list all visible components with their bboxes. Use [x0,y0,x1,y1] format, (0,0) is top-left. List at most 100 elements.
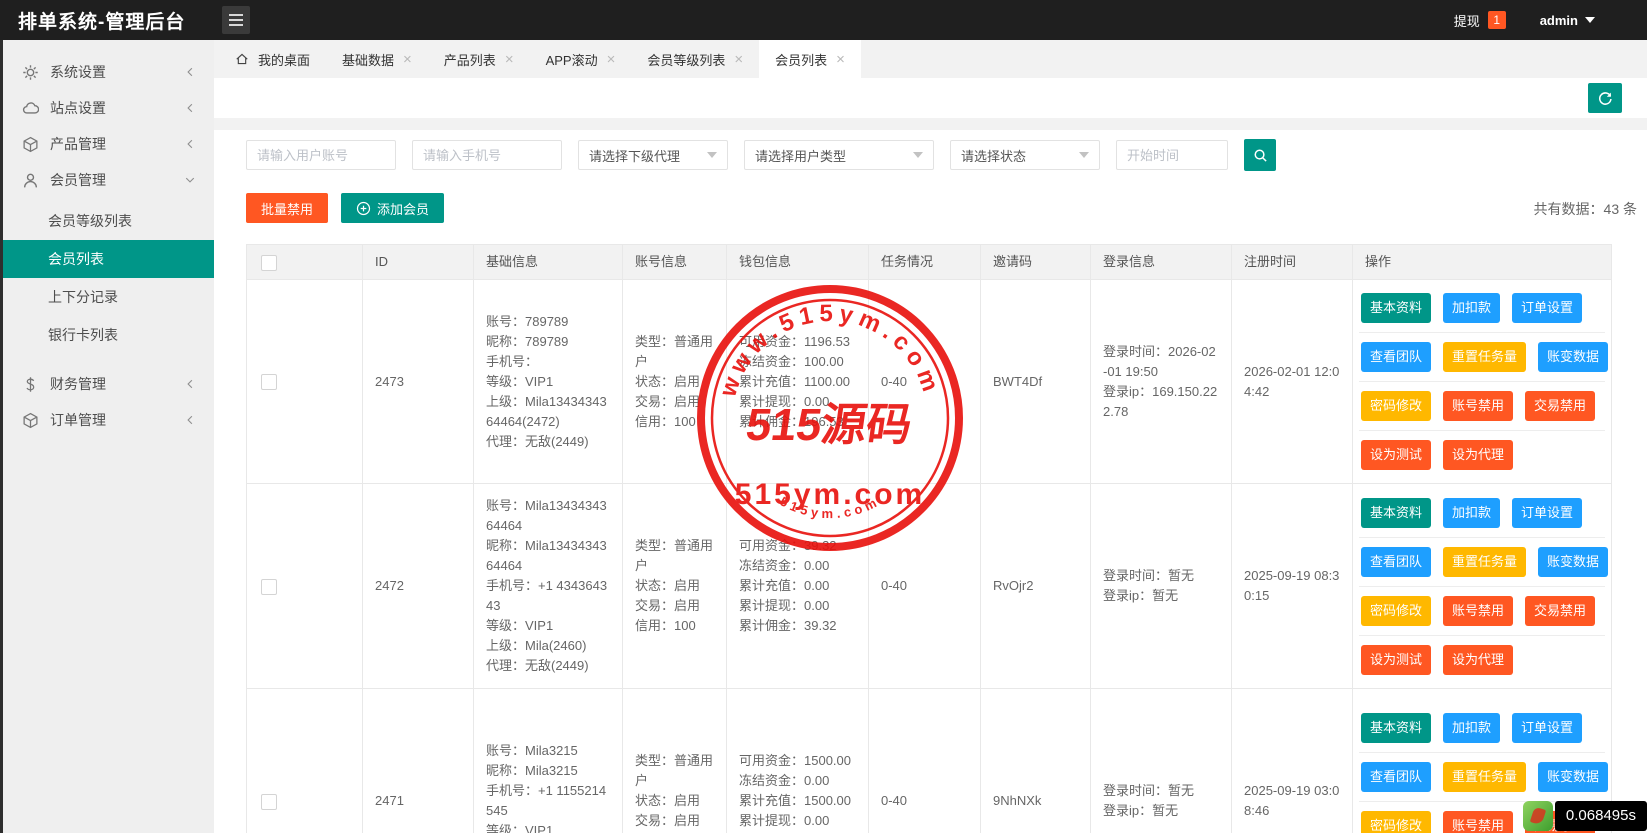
tab-会员等级列表[interactable]: 会员等级列表 × [631,40,759,78]
user-menu[interactable]: admin [1540,13,1595,28]
cell-wallet-info-line: 冻结资金：100.00 [739,352,856,372]
left-edge-strip [0,40,3,833]
sidebar-item-label: 会员管理 [50,170,106,190]
sidebar-item-0[interactable]: 系统设置 [0,54,214,90]
cell-wallet-info-line: 冻结资金：0.00 [739,556,856,576]
cell-login-info-line: 登录ip：169.150.222.78 [1103,382,1219,422]
row-checkbox[interactable] [261,579,277,595]
action-button-group: 查看团队重置任务量账变数据 [1359,753,1605,802]
select-all-checkbox[interactable] [261,255,277,271]
sidebar-item-label: 系统设置 [50,62,106,82]
action-button[interactable]: 设为代理 [1443,440,1513,470]
action-button[interactable]: 账变数据 [1538,342,1608,372]
action-button[interactable]: 设为测试 [1361,645,1431,675]
action-button[interactable]: 设为代理 [1443,645,1513,675]
close-icon[interactable]: × [403,52,412,67]
close-icon[interactable]: × [836,52,845,67]
action-button[interactable]: 账号禁用 [1443,596,1513,626]
column-header: 登录信息 [1091,245,1232,280]
action-button-group: 设为测试设为代理 [1359,636,1605,684]
sidebar-item-4[interactable]: 财务管理 [0,366,214,402]
add-member-button[interactable]: 添加会员 [341,193,444,223]
cell-account-info-line: 类型：普通用户 [635,536,714,576]
action-button[interactable]: 账变数据 [1538,547,1608,577]
user-type-select[interactable]: 请选择用户类型 [744,140,934,170]
table-row: 2472账号：Mila1343434364464昵称：Mila134343436… [247,484,1612,689]
sidebar-subitem[interactable]: 银行卡列表 [0,316,214,354]
action-button[interactable]: 账号禁用 [1443,811,1513,833]
menu-toggle-button[interactable] [222,6,250,34]
action-button[interactable]: 重置任务量 [1443,547,1526,577]
action-button[interactable]: 加扣款 [1443,293,1500,323]
action-button[interactable]: 订单设置 [1512,293,1582,323]
action-button[interactable]: 设为测试 [1361,440,1431,470]
action-button[interactable]: 订单设置 [1512,498,1582,528]
action-button[interactable]: 订单设置 [1512,713,1582,743]
action-button[interactable]: 账变数据 [1538,762,1608,792]
cell-invite-code: 9NhNXk [981,689,1091,833]
row-select-cell [247,484,363,689]
tab-产品列表[interactable]: 产品列表× [428,40,530,78]
action-button[interactable]: 加扣款 [1443,498,1500,528]
search-button[interactable] [1244,139,1276,171]
close-icon[interactable]: × [734,52,743,67]
sidebar-item-2[interactable]: 产品管理 [0,126,214,162]
action-button[interactable]: 交易禁用 [1525,596,1595,626]
account-input[interactable] [246,140,396,170]
action-button[interactable]: 重置任务量 [1443,762,1526,792]
sidebar-item-3[interactable]: 会员管理 [0,162,214,198]
sidebar-item-5[interactable]: 订单管理 [0,402,214,438]
tab-我的桌面[interactable]: 我的桌面 [219,40,326,78]
row-checkbox[interactable] [261,374,277,390]
hamburger-icon [229,19,243,21]
sidebar-subitem[interactable]: 上下分记录 [0,278,214,316]
action-button[interactable]: 密码修改 [1361,391,1431,421]
close-icon[interactable]: × [607,52,616,67]
action-button[interactable]: 基本资料 [1361,713,1431,743]
tab-APP滚动[interactable]: APP滚动× [530,40,632,78]
row-checkbox[interactable] [261,794,277,810]
action-button[interactable]: 账号禁用 [1443,391,1513,421]
action-button[interactable]: 密码修改 [1361,596,1431,626]
tab-label: 我的桌面 [258,50,310,69]
sidebar-item-1[interactable]: 站点设置 [0,90,214,126]
cell-task: 0-40 [869,484,981,689]
action-button[interactable]: 查看团队 [1361,762,1431,792]
cell-id: 2473 [363,280,474,484]
action-button[interactable]: 交易禁用 [1525,391,1595,421]
total-count: 共有数据：43 条 [1534,199,1637,219]
cell-wallet-info-line: 累计提现：0.00 [739,392,856,412]
batch-disable-button[interactable]: 批量禁用 [246,193,328,223]
sidebar-subitem[interactable]: 会员列表 [0,240,214,278]
cell-login-info-line: 登录时间：2026-02-01 19:50 [1103,342,1219,382]
cell-login-info: 登录时间：暂无登录ip：暂无 [1091,689,1232,833]
tab-会员列表[interactable]: 会员列表× [759,40,861,78]
withdraw-link[interactable]: 提现 1 [1454,11,1506,30]
action-button-group: 查看团队重置任务量账变数据 [1359,538,1605,587]
sidebar-subitem[interactable]: 会员等级列表 [0,202,214,240]
cell-basic-info-line: 账号：Mila1343434364464 [486,496,610,536]
cell-basic-info: 账号：789789昵称：789789手机号：等级：VIP1上级：Mila1343… [474,280,623,484]
action-button[interactable]: 加扣款 [1443,713,1500,743]
start-time-input[interactable] [1116,140,1228,170]
column-header: 操作 [1353,245,1612,280]
action-button[interactable]: 重置任务量 [1443,342,1526,372]
close-icon[interactable]: × [505,52,514,67]
tab-基础数据[interactable]: 基础数据× [326,40,428,78]
cell-basic-info-line: 账号：Mila3215 [486,741,610,761]
agent-select[interactable]: 请选择下级代理 [578,140,728,170]
action-button[interactable]: 查看团队 [1361,342,1431,372]
action-button[interactable]: 密码修改 [1361,811,1431,833]
table-header-row: ID基础信息账号信息钱包信息任务情况邀请码登录信息注册时间操作 [247,245,1612,280]
action-button[interactable]: 基本资料 [1361,293,1431,323]
speed-plugin-icon[interactable] [1523,801,1553,831]
status-select[interactable]: 请选择状态 [950,140,1100,170]
action-button[interactable]: 基本资料 [1361,498,1431,528]
cell-wallet-info-line: 累计充值：1100.00 [739,372,856,392]
refresh-button[interactable] [1588,83,1622,113]
cell-register-time: 2026-02-01 12:04:42 [1232,280,1353,484]
action-button[interactable]: 查看团队 [1361,547,1431,577]
cell-login-info: 登录时间：暂无登录ip：暂无 [1091,484,1232,689]
tab-label: 会员等级列表 [647,50,725,69]
phone-input[interactable] [412,140,562,170]
